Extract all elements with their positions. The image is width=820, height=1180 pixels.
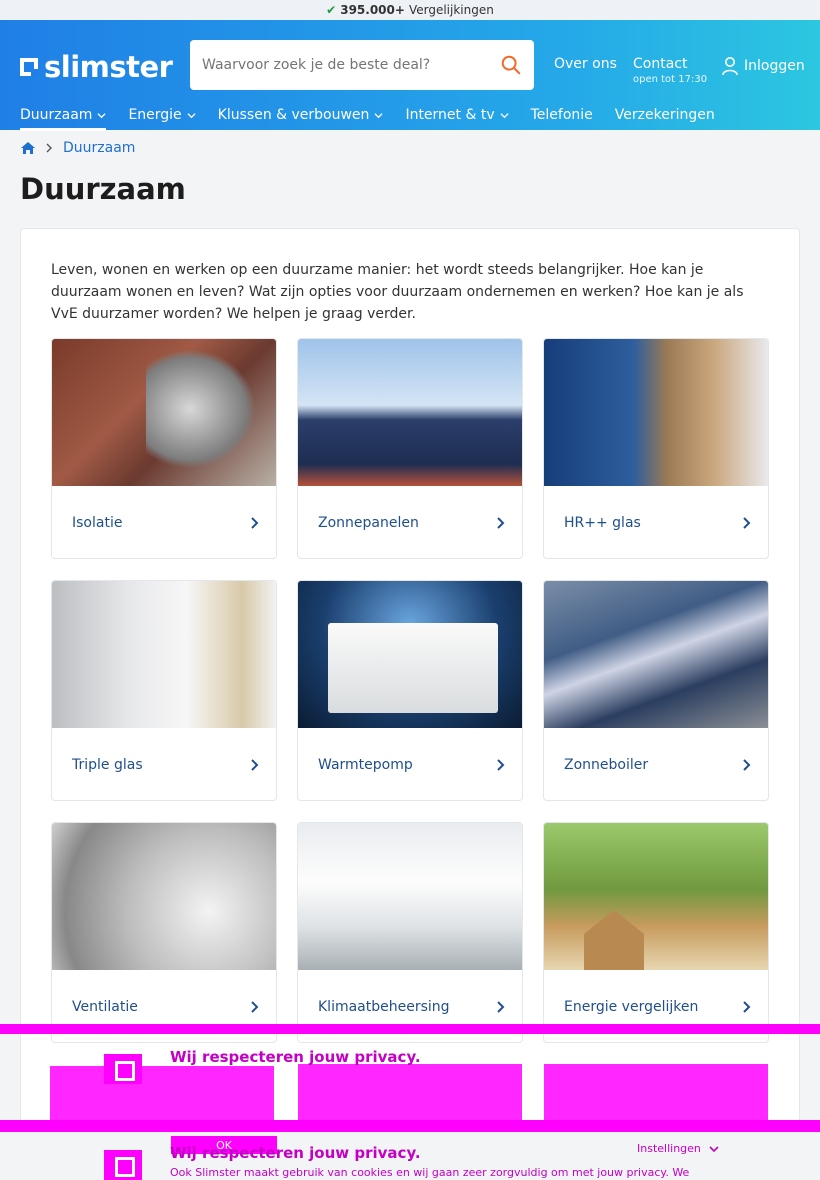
- over-ons-link[interactable]: Over ons: [554, 56, 617, 72]
- login-label: Inloggen: [744, 58, 805, 74]
- tile-label: Warmtepomp: [318, 757, 413, 773]
- cookie-overlay-patch: [50, 1066, 274, 1122]
- chevron-right-icon: [497, 1001, 505, 1013]
- logo-mark-icon: [20, 58, 38, 76]
- cookie-overlay-patch: [298, 1064, 522, 1122]
- zonnepanelen-image: [298, 339, 522, 486]
- nav-item-internet[interactable]: Internet & tv: [405, 100, 509, 130]
- nav-label: Telefonie: [530, 107, 593, 123]
- tile-label: Zonneboiler: [564, 757, 649, 773]
- cookie-settings-label: Instellingen: [637, 1142, 701, 1155]
- nav-item-energie[interactable]: Energie: [128, 100, 196, 130]
- tile-klimaatbeheersing[interactable]: Klimaatbeheersing: [297, 822, 523, 1043]
- intro-text: Leven, wonen en werken op een duurzame m…: [51, 262, 744, 322]
- chevron-right-icon: [743, 1001, 751, 1013]
- chevron-right-icon: [497, 517, 505, 529]
- page-title: Duurzaam: [20, 172, 186, 206]
- search-bar[interactable]: [190, 40, 534, 90]
- login-link[interactable]: Inloggen: [722, 56, 805, 76]
- chevron-down-icon: [374, 112, 384, 118]
- search-input[interactable]: [202, 57, 500, 73]
- chevron-down-icon: [187, 112, 196, 118]
- chevron-right-icon: [46, 143, 52, 153]
- tile-triple-glas[interactable]: Triple glas: [51, 580, 277, 801]
- cookie-settings-button[interactable]: Instellingen: [637, 1142, 719, 1155]
- chevron-down-icon: [500, 112, 509, 118]
- klimaatbeheersing-image: [298, 823, 522, 970]
- tile-zonnepanelen[interactable]: Zonnepanelen: [297, 338, 523, 559]
- cookie-overlay-patch: [544, 1064, 768, 1122]
- main-nav: Duurzaam Energie Klussen & verbouwen Int…: [20, 100, 715, 131]
- cookie-logo-icon: [104, 1054, 142, 1084]
- tile-label: Zonnepanelen: [318, 515, 419, 531]
- nav-item-duurzaam[interactable]: Duurzaam: [20, 100, 107, 131]
- nav-item-telefonie[interactable]: Telefonie: [531, 100, 593, 130]
- energie-vergelijken-image: [544, 823, 768, 970]
- tile-zonneboiler[interactable]: Zonneboiler: [543, 580, 769, 801]
- comparisons-label: Vergelijkingen: [408, 3, 494, 17]
- chevron-right-icon: [497, 759, 505, 771]
- site-header: slimster Over ons Contact open tot 17:30…: [0, 20, 820, 131]
- cookie-logo-icon: [104, 1150, 142, 1180]
- chevron-down-icon: [97, 112, 107, 118]
- chevron-right-icon: [743, 517, 751, 529]
- cookie-title-repeat: Wij respecteren jouw privacy.: [170, 1144, 421, 1162]
- nav-label: Klussen & verbouwen: [217, 107, 370, 123]
- hr-glas-image: [544, 339, 768, 486]
- tile-warmtepomp[interactable]: Warmtepomp: [297, 580, 523, 801]
- nav-item-verzekeringen[interactable]: Verzekeringen: [615, 100, 715, 130]
- zonneboiler-image: [544, 581, 768, 728]
- check-icon: ✔: [326, 3, 337, 17]
- user-icon: [722, 57, 738, 76]
- tile-label: Ventilatie: [72, 999, 138, 1015]
- cookie-title: Wij respecteren jouw privacy.: [170, 1048, 421, 1066]
- nav-label: Duurzaam: [20, 107, 93, 123]
- triple-glas-image: [52, 581, 276, 728]
- tile-energie-vergelijken[interactable]: Energie vergelijken: [543, 822, 769, 1043]
- comparisons-count: 395.000+: [340, 3, 405, 17]
- warmtepomp-image: [298, 581, 522, 728]
- tile-hr-glas[interactable]: HR++ glas: [543, 338, 769, 559]
- contact-label: Contact: [633, 56, 688, 72]
- chevron-right-icon: [743, 759, 751, 771]
- contact-hours: open tot 17:30: [633, 74, 708, 85]
- tile-label: Klimaatbeheersing: [318, 999, 450, 1015]
- chevron-right-icon: [251, 517, 259, 529]
- logo-text: slimster: [44, 50, 173, 84]
- tile-label: HR++ glas: [564, 515, 641, 531]
- nav-label: Verzekeringen: [614, 107, 715, 123]
- cookie-text: Ook Slimster maakt gebruik van cookies e…: [170, 1166, 690, 1179]
- tile-label: Isolatie: [72, 515, 123, 531]
- nav-label: Internet & tv: [405, 107, 495, 123]
- chevron-right-icon: [251, 759, 259, 771]
- tile-label: Triple glas: [72, 757, 143, 773]
- breadcrumb: Duurzaam: [20, 140, 135, 156]
- cookie-banner-top-border: [0, 1024, 820, 1034]
- chevron-right-icon: [251, 1001, 259, 1013]
- tile-label: Energie vergelijken: [564, 999, 699, 1015]
- nav-label: Energie: [128, 107, 182, 123]
- tile-ventilatie[interactable]: Ventilatie: [51, 822, 277, 1043]
- home-icon[interactable]: [20, 141, 36, 155]
- content-card: Leven, wonen en werken op een duurzame m…: [20, 228, 800, 1128]
- isolatie-image: [52, 339, 276, 486]
- comparisons-banner: ✔ 395.000+ Vergelijkingen: [0, 0, 820, 20]
- ventilatie-image: [52, 823, 276, 970]
- contact-link[interactable]: Contact open tot 17:30: [633, 56, 707, 85]
- chevron-down-icon: [709, 1145, 719, 1152]
- search-icon[interactable]: [500, 54, 522, 76]
- breadcrumb-current[interactable]: Duurzaam: [63, 140, 135, 156]
- slimster-logo[interactable]: slimster: [20, 50, 173, 84]
- tile-isolatie[interactable]: Isolatie: [51, 338, 277, 559]
- nav-item-klussen[interactable]: Klussen & verbouwen: [218, 100, 384, 130]
